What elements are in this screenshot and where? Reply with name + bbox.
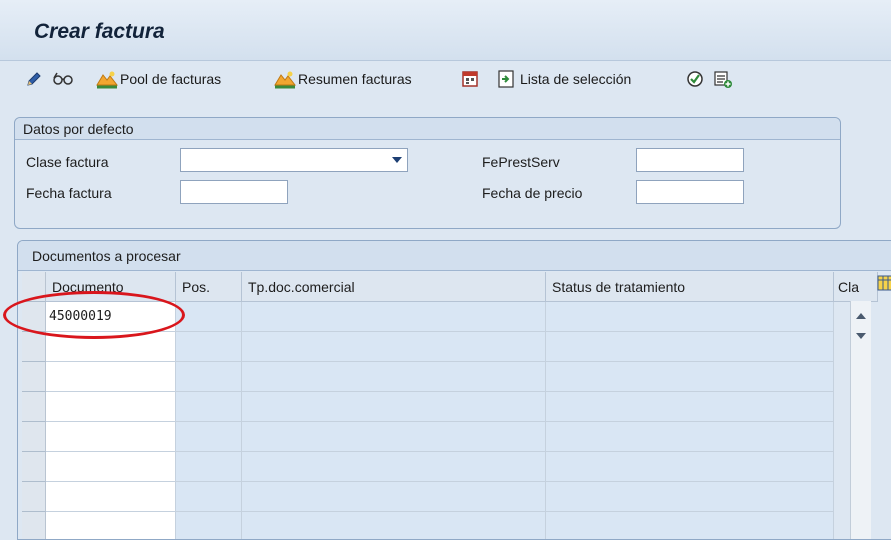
fecha-factura-field[interactable] [180, 180, 288, 204]
cell-pos[interactable] [176, 482, 242, 512]
row-selector[interactable] [22, 422, 46, 452]
row-selector[interactable] [22, 392, 46, 422]
row-selector[interactable] [22, 332, 46, 362]
cell-pos[interactable] [176, 392, 242, 422]
cell-status-de-tratamiento[interactable] [546, 422, 834, 452]
row-selector[interactable] [22, 482, 46, 512]
page-title: Crear factura [34, 20, 165, 43]
cell-documento[interactable] [46, 392, 176, 422]
pool-de-facturas-button[interactable]: Pool de facturas [96, 61, 221, 97]
cell-status-de-tratamiento[interactable] [546, 302, 834, 332]
scroll-up-icon[interactable] [856, 313, 866, 319]
cell-pos[interactable] [176, 512, 242, 539]
cell-status-de-tratamiento[interactable] [546, 512, 834, 539]
cell-documento[interactable] [46, 332, 176, 362]
cell-status-de-tratamiento[interactable] [546, 452, 834, 482]
pool-icon [96, 71, 118, 89]
select-all-corner[interactable] [22, 272, 46, 302]
execute-button[interactable] [684, 61, 706, 97]
column-header-pos[interactable]: Pos. [176, 272, 242, 302]
documentos-a-procesar-heading: Documentos a procesar [18, 241, 891, 271]
lista-de-seleccion-label: Lista de selección [520, 71, 632, 87]
lista-icon [498, 70, 514, 88]
fecha-de-precio-field[interactable] [636, 180, 744, 204]
add-list-button[interactable] [712, 61, 734, 97]
cell-pos[interactable] [176, 362, 242, 392]
clase-factura-dropdown[interactable] [180, 148, 408, 172]
cell-pos[interactable] [176, 452, 242, 482]
cell-pos[interactable] [176, 302, 242, 332]
chevron-down-icon[interactable] [392, 157, 402, 163]
cell-pos[interactable] [176, 332, 242, 362]
datos-por-defecto-heading: Datos por defecto [15, 118, 840, 140]
column-header-status-de-tratamiento[interactable]: Status de tratamiento [546, 272, 834, 302]
pencil-icon [27, 72, 41, 86]
application-toolbar: Pool de facturas Resumen facturas Lista … [0, 61, 891, 97]
cell-pos[interactable] [176, 422, 242, 452]
column-header-cla[interactable]: Cla [834, 272, 878, 302]
execute-icon [687, 71, 703, 87]
cell-tp-doc-comercial[interactable] [242, 422, 546, 452]
row-selector[interactable] [22, 362, 46, 392]
display-button[interactable] [52, 61, 74, 97]
documentos-a-procesar-group: Documentos a procesar Documento Pos. Tp.… [17, 240, 891, 540]
cell-status-de-tratamiento[interactable] [546, 362, 834, 392]
clase-factura-label: Clase factura [26, 154, 109, 170]
cell-tp-doc-comercial[interactable] [242, 452, 546, 482]
feprestserv-label: FePrestServ [482, 154, 560, 170]
cell-documento[interactable] [46, 422, 176, 452]
pool-de-facturas-label: Pool de facturas [120, 71, 222, 87]
column-header-documento[interactable]: Documento [46, 272, 176, 302]
resumen-facturas-label: Resumen facturas [298, 71, 412, 87]
cell-documento[interactable] [46, 512, 176, 539]
cell-tp-doc-comercial[interactable] [242, 482, 546, 512]
row-selector[interactable] [22, 512, 46, 539]
cell-tp-doc-comercial[interactable] [242, 302, 546, 332]
feprestserv-field[interactable] [636, 148, 744, 172]
cell-tp-doc-comercial[interactable] [242, 512, 546, 539]
cell-tp-doc-comercial[interactable] [242, 332, 546, 362]
lista-de-seleccion-button[interactable]: Lista de selección [496, 61, 631, 97]
datos-por-defecto-group: Datos por defecto [14, 117, 841, 229]
cell-documento[interactable] [46, 452, 176, 482]
calendar-button[interactable] [460, 61, 480, 97]
cell-documento[interactable] [46, 362, 176, 392]
calendar-icon [462, 71, 478, 87]
cell-documento[interactable] [46, 482, 176, 512]
resumen-facturas-button[interactable]: Resumen facturas [274, 61, 412, 97]
cell-status-de-tratamiento[interactable] [546, 482, 834, 512]
scroll-down-icon[interactable] [856, 333, 866, 339]
title-bar: Crear factura [0, 0, 891, 61]
cell-status-de-tratamiento[interactable] [546, 332, 834, 362]
cell-status-de-tratamiento[interactable] [546, 392, 834, 422]
cell-tp-doc-comercial[interactable] [242, 392, 546, 422]
vertical-scrollbar[interactable] [850, 301, 871, 539]
edit-button[interactable] [24, 61, 44, 97]
cell-documento[interactable]: 45000019 [46, 302, 176, 332]
row-selector[interactable] [22, 452, 46, 482]
add-list-icon [714, 71, 732, 88]
fecha-de-precio-label: Fecha de precio [482, 185, 583, 201]
row-selector[interactable] [22, 302, 46, 332]
grid-config-icon[interactable] [877, 275, 891, 291]
cell-tp-doc-comercial[interactable] [242, 362, 546, 392]
fecha-factura-label: Fecha factura [26, 185, 112, 201]
resumen-icon [274, 71, 296, 89]
glasses-icon [53, 72, 73, 85]
column-header-tp-doc-comercial[interactable]: Tp.doc.comercial [242, 272, 546, 302]
